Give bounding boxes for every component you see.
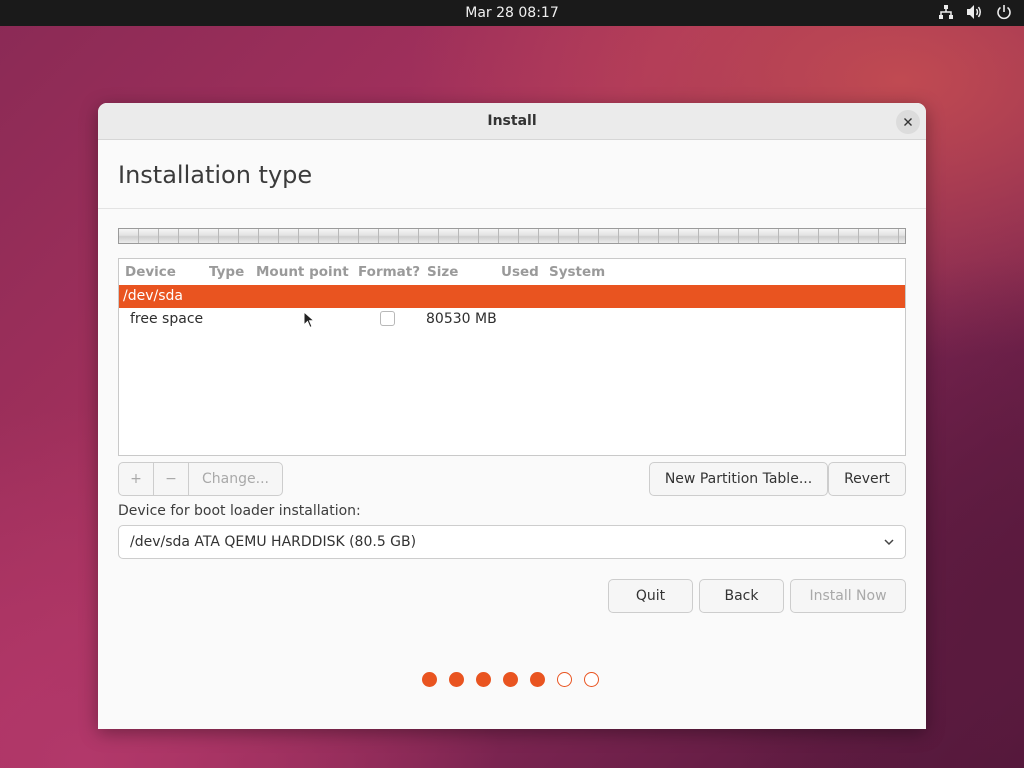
bootloader-label: Device for boot loader installation:	[118, 503, 361, 519]
add-partition-button[interactable]: +	[119, 463, 154, 495]
chevron-down-icon	[883, 536, 895, 552]
page-title: Installation type	[118, 161, 313, 189]
table-header: Device Type Mount point Format? Size Use…	[119, 259, 905, 285]
table-row-free-space[interactable]: free space 80530 MB	[119, 308, 905, 331]
size-cell: 80530 MB	[426, 311, 497, 327]
step-indicator	[422, 672, 599, 687]
column-format[interactable]: Format?	[358, 264, 420, 280]
page-header: Installation type	[98, 140, 926, 209]
step-dot-4	[503, 672, 518, 687]
partition-bar	[118, 228, 906, 244]
step-dot-3	[476, 672, 491, 687]
title-bar[interactable]: Install	[98, 103, 926, 140]
remove-partition-button[interactable]: −	[154, 463, 189, 495]
format-checkbox[interactable]	[380, 311, 395, 326]
clock[interactable]: Mar 28 08:17	[0, 5, 1024, 21]
partition-table[interactable]: Device Type Mount point Format? Size Use…	[118, 258, 906, 456]
step-dot-6	[557, 672, 572, 687]
quit-button[interactable]: Quit	[608, 579, 693, 613]
volume-icon[interactable]	[966, 4, 984, 20]
new-partition-table-button[interactable]: New Partition Table...	[649, 462, 828, 496]
column-system[interactable]: System	[549, 264, 605, 280]
revert-button[interactable]: Revert	[828, 462, 906, 496]
install-now-button[interactable]: Install Now	[790, 579, 906, 613]
mouse-cursor-icon	[303, 310, 316, 333]
close-button[interactable]	[896, 110, 920, 134]
power-icon[interactable]	[996, 4, 1012, 20]
change-partition-button[interactable]: Change...	[189, 463, 282, 495]
top-bar: Mar 28 08:17	[0, 0, 1024, 26]
close-icon	[904, 118, 912, 126]
column-type[interactable]: Type	[209, 264, 244, 280]
bootloader-device-select[interactable]: /dev/sda ATA QEMU HARDDISK (80.5 GB)	[118, 525, 906, 559]
system-tray[interactable]	[938, 4, 1012, 20]
device-cell: /dev/sda	[123, 288, 183, 304]
bootloader-device-value: /dev/sda ATA QEMU HARDDISK (80.5 GB)	[130, 534, 417, 550]
step-dot-7	[584, 672, 599, 687]
step-dot-1	[422, 672, 437, 687]
step-dot-5	[530, 672, 545, 687]
table-row-dev-sda[interactable]: /dev/sda	[119, 285, 905, 308]
step-dot-2	[449, 672, 464, 687]
device-cell: free space	[130, 311, 204, 327]
window-title: Install	[487, 113, 537, 129]
partition-actions: + − Change...	[118, 462, 283, 496]
network-icon[interactable]	[938, 4, 954, 20]
column-device[interactable]: Device	[125, 264, 176, 280]
install-window: Install Installation type Device Type Mo…	[98, 103, 926, 729]
column-size[interactable]: Size	[427, 264, 458, 280]
column-mount-point[interactable]: Mount point	[256, 264, 349, 280]
column-used[interactable]: Used	[501, 264, 539, 280]
back-button[interactable]: Back	[699, 579, 784, 613]
